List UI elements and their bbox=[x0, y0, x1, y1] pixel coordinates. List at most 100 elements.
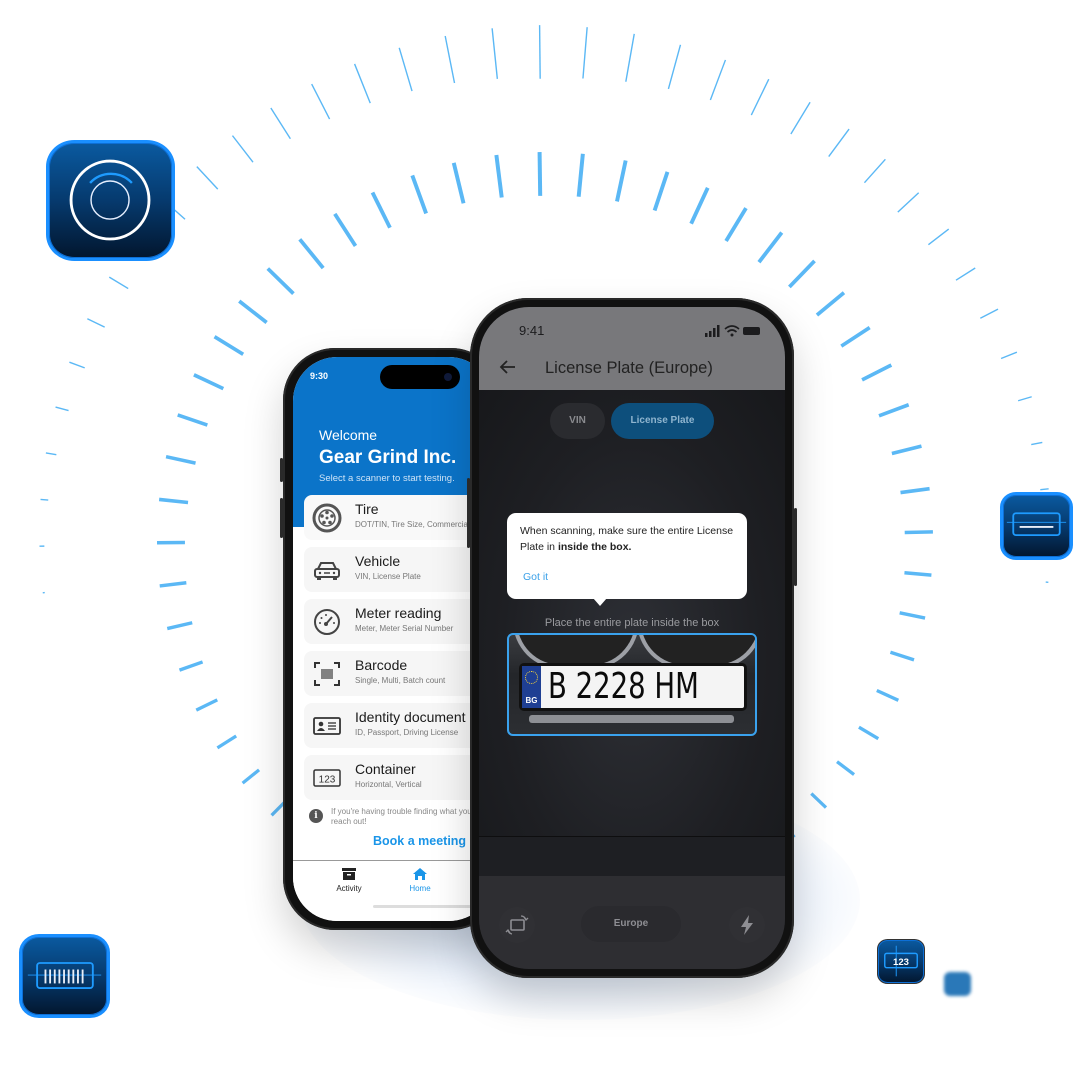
scanner-title: Barcode bbox=[355, 657, 408, 673]
back-arrow-icon[interactable] bbox=[499, 359, 517, 375]
inner-ray-tick bbox=[900, 486, 930, 495]
scanner-item-meter[interactable]: Meter reading Meter, Meter Serial Number bbox=[304, 599, 493, 644]
outer-ray-tick bbox=[270, 107, 291, 140]
scanner-app-phone: 9:41 License Plate (Europe) VIN License … bbox=[467, 298, 797, 978]
scanner-subtitle: DOT/TIN, Tire Size, Commercial bbox=[355, 520, 470, 529]
inner-ray-tick bbox=[576, 153, 585, 197]
scanner-screen: 9:41 License Plate (Europe) VIN License … bbox=[479, 307, 785, 969]
scanner-title: Identity document bbox=[355, 709, 466, 725]
scanner-title: License Plate (Europe) bbox=[545, 359, 713, 377]
status-time: 9:41 bbox=[519, 323, 545, 338]
phone-side-button bbox=[794, 508, 797, 586]
inner-ray-tick bbox=[891, 444, 922, 456]
outer-ray-tick bbox=[1000, 351, 1018, 360]
inner-ray-tick bbox=[213, 335, 245, 356]
scanner-item-container[interactable]: 123 Container Horizontal, Vertical bbox=[304, 755, 493, 800]
got-it-button[interactable]: Got it bbox=[523, 571, 548, 583]
inner-ray-tick bbox=[410, 174, 428, 215]
inner-ray-tick bbox=[193, 373, 225, 391]
rotate-camera-button[interactable] bbox=[499, 907, 535, 943]
inner-ray-tick bbox=[652, 171, 670, 212]
inner-ray-tick bbox=[537, 152, 543, 196]
tab-bar: Activity Home bbox=[293, 860, 493, 921]
phone-side-button bbox=[467, 478, 470, 548]
inner-ray-tick bbox=[238, 299, 268, 324]
inner-ray-tick bbox=[195, 698, 219, 712]
tip-text: When scanning, make sure the entire Lice… bbox=[520, 523, 740, 555]
car-icon bbox=[314, 562, 340, 580]
scanner-list: Tire DOT/TIN, Tire Size, Commercial Vehi… bbox=[304, 495, 493, 807]
home-subtitle: Select a scanner to start testing. bbox=[319, 473, 455, 484]
flash-button[interactable] bbox=[729, 907, 765, 943]
outer-ray-tick bbox=[353, 63, 371, 104]
inner-ray-tick bbox=[876, 688, 900, 702]
inner-ray-tick bbox=[266, 267, 295, 295]
tab-label: Activity bbox=[336, 884, 362, 893]
inner-ray-tick bbox=[333, 212, 358, 247]
tab-activity[interactable]: Activity bbox=[319, 867, 379, 893]
dynamic-island bbox=[380, 365, 460, 389]
camera-dot bbox=[444, 373, 452, 381]
scanner-item-barcode[interactable]: Barcode Single, Multi, Batch count bbox=[304, 651, 493, 696]
inner-ray-tick bbox=[177, 413, 208, 427]
outer-ray-tick bbox=[790, 101, 811, 135]
company-name: Gear Grind Inc. bbox=[319, 447, 457, 468]
outer-ray-tick bbox=[444, 35, 456, 84]
outer-ray-tick bbox=[40, 498, 49, 501]
rotate-icon bbox=[505, 915, 529, 935]
tab-home[interactable]: Home bbox=[390, 867, 450, 893]
scanner-title: Tire bbox=[355, 501, 379, 517]
outer-ray-tick bbox=[538, 25, 541, 79]
segment-license-plate[interactable]: License Plate bbox=[611, 403, 714, 439]
inner-ray-tick bbox=[899, 611, 926, 620]
barcode-scanner-icon bbox=[19, 934, 110, 1018]
container-123-icon: 123 bbox=[313, 769, 341, 787]
outer-ray-tick bbox=[196, 166, 219, 190]
info-icon: i bbox=[309, 809, 323, 823]
scanner-item-identity[interactable]: Identity document ID, Passport, Driving … bbox=[304, 703, 493, 748]
archive-box-icon bbox=[342, 868, 356, 880]
inner-ray-tick bbox=[370, 191, 392, 229]
outer-ray-tick bbox=[667, 44, 682, 90]
tire-icon bbox=[312, 503, 342, 533]
inner-ray-tick bbox=[904, 530, 933, 535]
scanner-item-vehicle[interactable]: Vehicle VIN, License Plate bbox=[304, 547, 493, 592]
inner-ray-tick bbox=[451, 162, 466, 204]
country-code: BG bbox=[525, 696, 538, 705]
scanner-subtitle: Single, Multi, Batch count bbox=[355, 676, 446, 685]
inner-ray-tick bbox=[815, 291, 846, 317]
outer-ray-tick bbox=[1031, 441, 1043, 446]
gauge-icon bbox=[314, 609, 340, 635]
scanner-item-tire[interactable]: Tire DOT/TIN, Tire Size, Commercial bbox=[304, 495, 493, 540]
welcome-label: Welcome bbox=[319, 427, 378, 443]
scanner-subtitle: Horizontal, Vertical bbox=[355, 780, 422, 789]
outer-ray-tick bbox=[927, 228, 950, 246]
eu-stars-icon bbox=[525, 671, 538, 684]
signal-icon bbox=[705, 325, 720, 337]
outer-ray-tick bbox=[69, 361, 85, 369]
outer-ray-tick bbox=[1040, 488, 1049, 491]
scan-tip-popover: When scanning, make sure the entire Lice… bbox=[507, 513, 747, 606]
battery-icon bbox=[743, 327, 760, 335]
phone-side-button bbox=[280, 458, 283, 482]
inner-ray-tick bbox=[810, 792, 828, 809]
phone-side-button bbox=[280, 498, 283, 538]
outer-ray-tick bbox=[863, 158, 886, 184]
inner-ray-tick bbox=[178, 660, 204, 672]
blurred-mini-icon bbox=[944, 972, 971, 996]
outer-ray-tick bbox=[55, 406, 69, 412]
region-selector[interactable]: Europe bbox=[581, 906, 681, 942]
inner-ray-tick bbox=[757, 231, 784, 264]
segment-vin[interactable]: VIN bbox=[550, 403, 605, 439]
inner-ray-tick bbox=[878, 403, 910, 418]
outer-ray-tick bbox=[979, 308, 999, 319]
outer-ray-tick bbox=[582, 27, 588, 79]
inner-ray-tick bbox=[494, 154, 504, 198]
flash-icon bbox=[741, 915, 753, 935]
eu-band: BG bbox=[522, 666, 541, 708]
inner-ray-tick bbox=[840, 326, 871, 348]
vin-scanner-icon bbox=[1000, 492, 1073, 560]
book-meeting-link[interactable]: Book a meeting bbox=[373, 834, 466, 848]
barcode-icon bbox=[314, 662, 340, 686]
plate-number: B 2228 HM bbox=[548, 666, 699, 707]
